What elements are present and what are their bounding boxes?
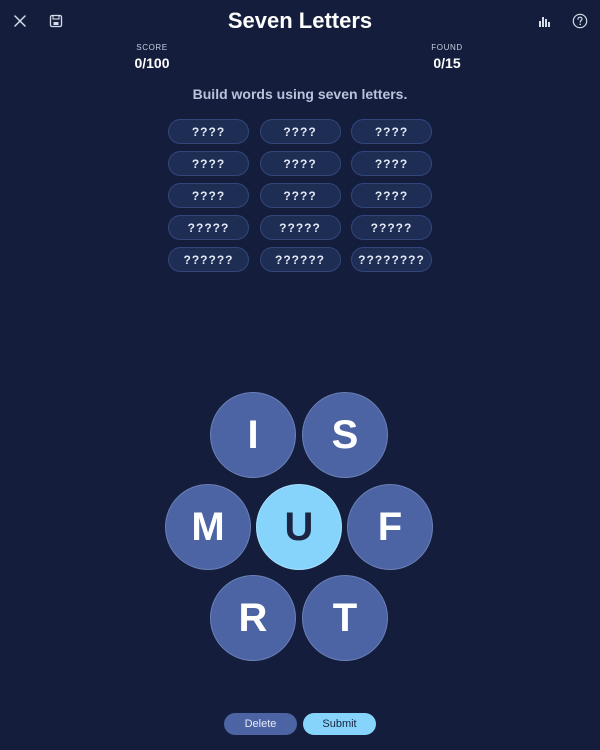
submit-button[interactable]: Submit	[303, 713, 376, 735]
word-slot: ????	[259, 119, 341, 144]
letter-tile-bottom-left[interactable]: R	[210, 575, 296, 661]
letter-hive: I S M U F R T	[164, 392, 436, 664]
stats-icon[interactable]	[533, 10, 555, 32]
word-slot-grid: ???? ???? ???? ???? ???? ???? ???? ???? …	[168, 119, 432, 272]
word-slot: ????	[259, 183, 341, 208]
letter-tile-middle-left[interactable]: M	[165, 484, 251, 570]
letter-tile-bottom-right[interactable]: T	[302, 575, 388, 661]
word-slot: ????	[351, 151, 432, 176]
game-screen: Seven Letters SCORE 0/100 FOUND 0/15 Bui…	[0, 0, 600, 750]
help-icon[interactable]	[569, 10, 591, 32]
word-slot: ??????	[259, 247, 341, 272]
letter-tile-top-right[interactable]: S	[302, 392, 388, 478]
found-value: 0/15	[433, 55, 461, 71]
score-value: 0/100	[134, 55, 170, 71]
found-stat: FOUND 0/15	[407, 43, 487, 72]
instructions-text: Build words using seven letters.	[192, 86, 408, 102]
word-slot: ?????	[351, 215, 432, 240]
page-title: Seven Letters	[227, 8, 373, 33]
letter-tile-middle-right[interactable]: F	[347, 484, 433, 570]
word-slot: ????	[168, 183, 249, 208]
delete-button[interactable]: Delete	[224, 713, 297, 735]
word-slot: ??????	[168, 247, 249, 272]
letter-tile-top-left[interactable]: I	[210, 392, 296, 478]
word-slot: ?????	[259, 215, 341, 240]
word-slot: ????	[168, 119, 249, 144]
word-slot: ?????	[168, 215, 249, 240]
word-slot: ????	[168, 151, 249, 176]
word-slot: ????	[351, 119, 432, 144]
word-slot: ????????	[351, 247, 432, 272]
found-label: FOUND	[431, 43, 463, 52]
letter-tile-center[interactable]: U	[256, 484, 342, 570]
score-stat: SCORE 0/100	[112, 43, 192, 72]
score-label: SCORE	[136, 43, 168, 52]
word-slot: ????	[259, 151, 341, 176]
word-slot: ????	[351, 183, 432, 208]
